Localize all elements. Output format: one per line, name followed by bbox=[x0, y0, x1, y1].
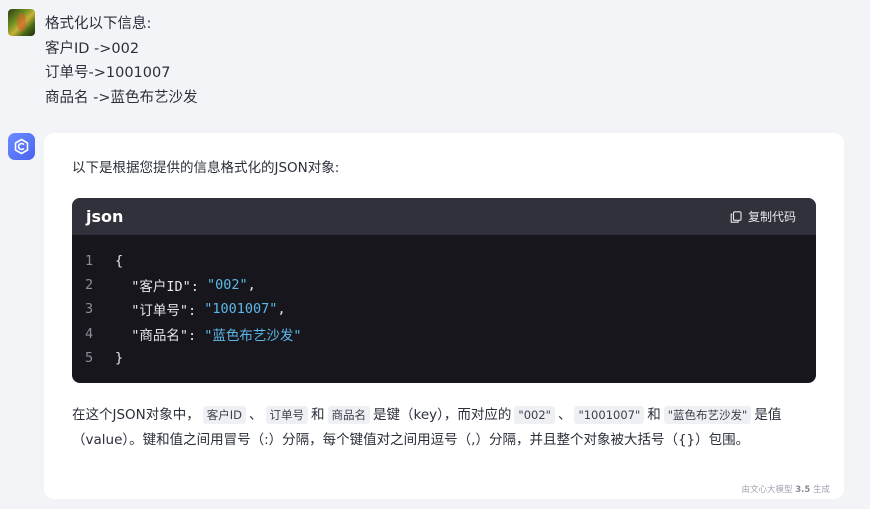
code-header: json 复制代码 bbox=[72, 198, 816, 235]
code-token: "商品名": bbox=[115, 327, 205, 344]
assistant-logo-icon bbox=[14, 138, 29, 155]
code-token: } bbox=[115, 349, 124, 366]
line-number: 1 bbox=[85, 253, 94, 270]
model-version: 3.5 bbox=[795, 485, 811, 495]
code-string-token: "蓝色布艺沙发" bbox=[204, 327, 302, 344]
line-number: 2 bbox=[85, 277, 94, 294]
explanation-text: 是键（key），而对应的 bbox=[373, 407, 512, 423]
copy-icon bbox=[730, 210, 742, 223]
inline-code: "002" bbox=[514, 406, 555, 424]
attribution-prefix: 由文心大模型 bbox=[741, 485, 793, 495]
code-string-token: "1001007" bbox=[204, 301, 278, 318]
code-token: , bbox=[277, 301, 286, 318]
code-string-token: "002" bbox=[207, 277, 248, 294]
code-token: "客户ID": bbox=[115, 279, 208, 296]
explanation-text: 、 bbox=[557, 407, 572, 423]
line-number: 3 bbox=[85, 301, 94, 318]
user-avatar bbox=[8, 9, 35, 36]
model-attribution: 由文心大模型 3.5 生成 bbox=[742, 483, 831, 495]
user-message-line: 订单号->1001007 bbox=[45, 65, 171, 81]
inline-code: "蓝色布艺沙发" bbox=[663, 406, 752, 424]
code-body: 1{2 "客户ID": "002", 3 "订单号": "1001007", 4 "… bbox=[72, 235, 816, 370]
inline-code: 商品名 bbox=[327, 406, 371, 424]
assistant-avatar bbox=[8, 133, 35, 160]
explanation-text: 和 bbox=[311, 407, 325, 423]
copy-code-label: 复制代码 bbox=[747, 210, 796, 224]
user-message-line: 客户ID ->002 bbox=[45, 40, 140, 57]
code-token: , bbox=[247, 277, 256, 294]
code-block: json 复制代码 1{2 "客户ID": "002", 3 "订单号": "10… bbox=[72, 198, 816, 383]
code-token: { bbox=[115, 253, 124, 270]
inline-code: "1001007" bbox=[574, 406, 645, 424]
code-line: 4 "商品名": "蓝色布艺沙发" bbox=[85, 322, 816, 346]
code-language-label: json bbox=[86, 207, 124, 226]
code-line: 3 "订单号": "1001007", bbox=[85, 297, 816, 321]
explanation-text: 、 bbox=[249, 407, 263, 423]
explanation-text: 在这个JSON对象中， bbox=[72, 407, 200, 423]
code-line: 2 "客户ID": "002", bbox=[85, 273, 816, 297]
code-token: "订单号": bbox=[115, 303, 205, 320]
explanation-text: 和 bbox=[647, 407, 661, 423]
user-message: 格式化以下信息: 客户ID ->002 订单号->1001007 商品名 ->蓝… bbox=[45, 12, 198, 110]
user-message-line: 格式化以下信息: bbox=[45, 16, 152, 32]
inline-code: 客户ID bbox=[202, 406, 247, 424]
copy-code-button[interactable]: 复制代码 bbox=[730, 208, 796, 225]
user-message-line: 商品名 ->蓝色布艺沙发 bbox=[45, 89, 198, 106]
response-intro: 以下是根据您提供的信息格式化的JSON对象: bbox=[72, 160, 340, 176]
attribution-suffix: 生成 bbox=[812, 485, 830, 495]
line-number: 5 bbox=[85, 349, 94, 366]
code-line: 5} bbox=[85, 346, 816, 370]
inline-code: 订单号 bbox=[265, 406, 309, 424]
code-line: 1{ bbox=[85, 249, 816, 273]
response-explanation: 在这个JSON对象中， 客户ID、订单号和商品名 是键（key），而对应的 "002"… bbox=[72, 403, 817, 453]
assistant-response-card: 以下是根据您提供的信息格式化的JSON对象: json 复制代码 1{2 "客户… bbox=[44, 133, 844, 499]
line-number: 4 bbox=[85, 325, 94, 342]
